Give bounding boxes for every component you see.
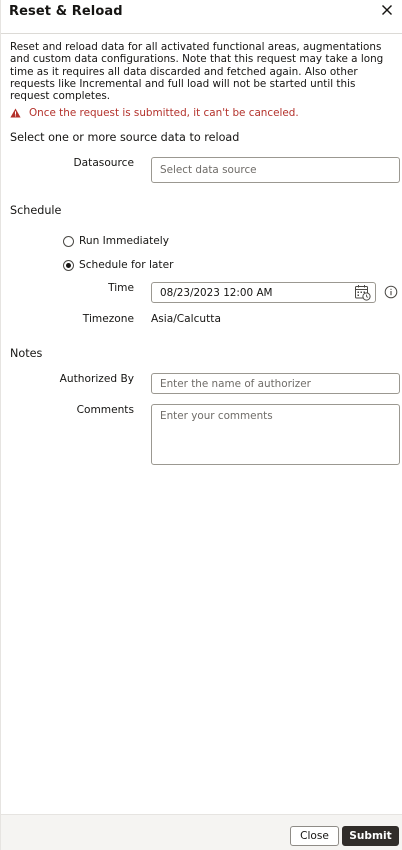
info-icon[interactable] (384, 285, 398, 299)
close-button[interactable]: Close (290, 826, 339, 846)
warning-text: Once the request is submitted, it can't … (29, 107, 299, 119)
dialog-header: Reset & Reload (1, 0, 402, 34)
run-immediately-radio[interactable]: Run Immediately (63, 235, 169, 247)
datasource-placeholder: Select data source (160, 164, 257, 176)
authorized-by-placeholder: Enter the name of authorizer (160, 377, 311, 390)
time-label: Time (108, 282, 134, 294)
reset-reload-dialog: Reset & Reload Reset and reload data for… (0, 0, 402, 850)
comments-label: Comments (76, 404, 134, 416)
radio-circle-checked (63, 259, 74, 271)
authorized-by-label: Authorized By (59, 373, 134, 385)
warning-message: Once the request is submitted, it can't … (10, 107, 299, 119)
time-input[interactable]: 08/23/2023 12:00 AM (151, 282, 376, 303)
run-immediately-label: Run Immediately (79, 235, 170, 247)
schedule-heading: Schedule (10, 204, 62, 217)
submit-button[interactable]: Submit (342, 826, 399, 846)
source-prompt: Select one or more source data to reload (10, 131, 240, 144)
schedule-later-label: Schedule for later (79, 259, 174, 271)
schedule-later-radio[interactable]: Schedule for later (63, 259, 173, 271)
calendar-clock-icon[interactable] (354, 284, 371, 301)
dialog-description: Reset and reload data for all activated … (10, 41, 384, 103)
dialog-title: Reset & Reload (9, 4, 123, 19)
datasource-label: Datasource (73, 157, 134, 169)
timezone-label: Timezone (82, 313, 134, 325)
timezone-value: Asia/Calcutta (151, 313, 221, 325)
close-icon[interactable] (379, 2, 395, 18)
time-value: 08/23/2023 12:00 AM (160, 286, 273, 299)
comments-placeholder: Enter your comments (160, 410, 273, 422)
dialog-footer: Close Submit (1, 814, 402, 850)
radio-circle (63, 235, 74, 247)
datasource-select[interactable]: Select data source (151, 157, 400, 183)
authorized-by-input[interactable]: Enter the name of authorizer (151, 373, 400, 394)
warning-icon (10, 108, 21, 118)
comments-textarea[interactable]: Enter your comments (151, 404, 400, 465)
notes-heading: Notes (10, 347, 43, 360)
